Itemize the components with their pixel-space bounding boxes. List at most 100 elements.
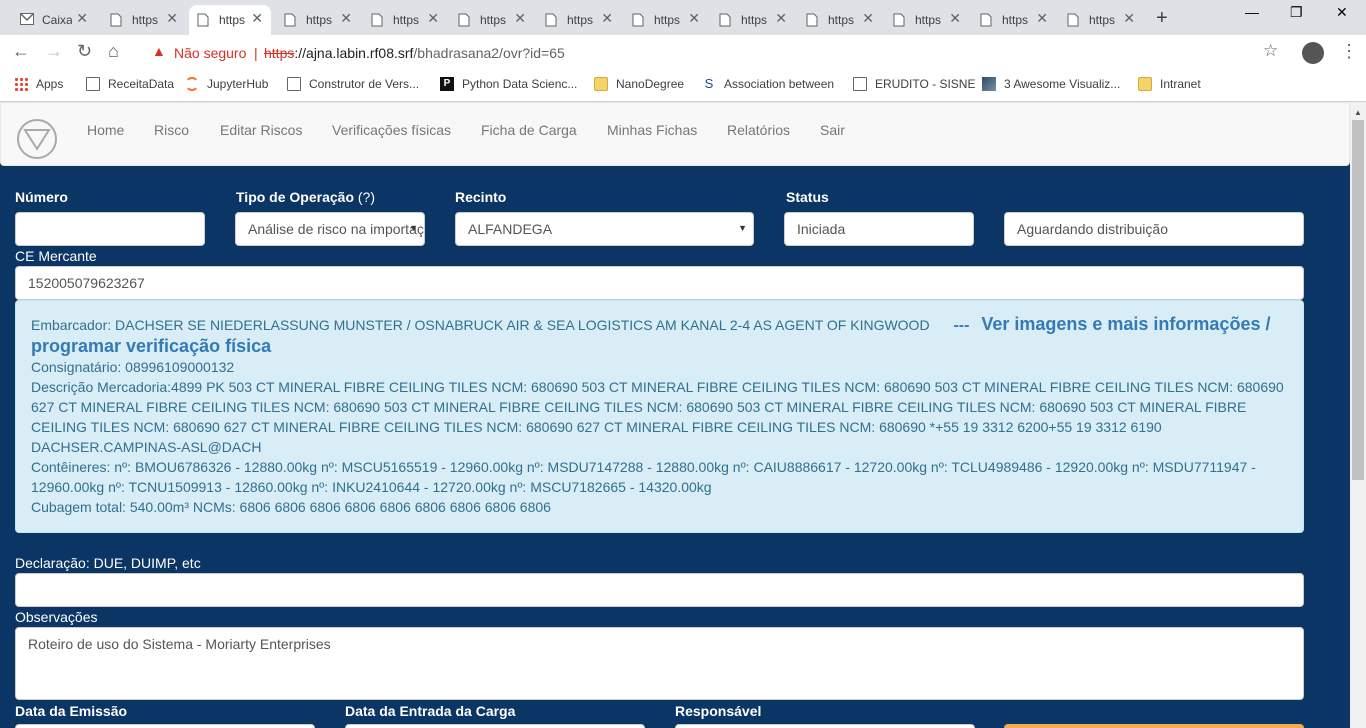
numero-input[interactable] — [15, 212, 205, 246]
browser-tab[interactable]: Caixa ✕ — [20, 5, 88, 35]
declaracao-input[interactable] — [15, 573, 1304, 607]
browser-tab-title: Caixa — [42, 13, 72, 27]
browser-tab[interactable]: https ✕ — [719, 5, 787, 35]
url-host: ://ajna.labin.rf08.srf — [294, 45, 414, 61]
nav-risco[interactable]: Risco — [154, 122, 189, 138]
bookmark-label: Python Data Scienc... — [462, 77, 578, 91]
not-secure-label[interactable]: Não seguro — [174, 45, 246, 61]
recinto-value: ALFANDEGA — [468, 221, 553, 237]
nav-minhas-fichas[interactable]: Minhas Fichas — [607, 122, 697, 138]
observacoes-textarea[interactable]: Roteiro de uso do Sistema - Moriarty Ent… — [15, 627, 1304, 700]
bookmark-item[interactable]: 3 Awesome Visualiz... — [982, 77, 1120, 91]
bookmark-item[interactable]: JupyterHub — [185, 77, 268, 91]
close-window-button[interactable]: ✕ — [1336, 4, 1348, 21]
page-scrollbar[interactable]: ▲ — [1350, 102, 1366, 728]
nav-verificacoes[interactable]: Verificações físicas — [332, 122, 451, 138]
url-text[interactable]: https://ajna.labin.rf08.srf/bhadrasana2/… — [264, 45, 565, 61]
maximize-button[interactable]: ❐ — [1290, 4, 1303, 21]
close-tab-icon[interactable]: ✕ — [862, 11, 874, 25]
browser-tab-strip: Caixa ✕ https ✕ https ✕ https ✕ https ✕ https ✕ http… — [0, 0, 1366, 35]
browser-tab[interactable]: https ✕ — [458, 5, 526, 35]
tipo-operacao-select[interactable]: Análise de risco na importação ▼ — [235, 212, 425, 246]
data-entrada-label: Data da Entrada da Carga — [345, 703, 516, 719]
nav-ficha-carga[interactable]: Ficha de Carga — [481, 122, 577, 138]
gmail-icon — [20, 13, 34, 27]
ce-mercante-label: CE Mercante — [15, 248, 97, 264]
bookmark-item[interactable]: P Python Data Scienc... — [440, 77, 577, 91]
close-tab-icon[interactable]: ✕ — [688, 11, 700, 25]
ce-mercante-input[interactable]: 152005079623267 — [15, 266, 1304, 300]
bookmark-item[interactable]: Construtor de Vers... — [287, 77, 419, 91]
bookmark-item[interactable]: NanoDegree — [594, 77, 684, 91]
close-tab-icon[interactable]: ✕ — [949, 11, 961, 25]
close-tab-icon[interactable]: ✕ — [1036, 11, 1048, 25]
address-bar[interactable]: ▲ Não seguro | https://ajna.labin.rf08.s… — [140, 38, 1290, 67]
bookmark-item[interactable]: S Association between — [702, 77, 834, 92]
bookmark-item[interactable]: ReceitaData — [86, 77, 174, 91]
browser-tab[interactable]: https ✕ — [632, 5, 700, 35]
close-tab-icon[interactable]: ✕ — [775, 11, 787, 25]
nav-editar-riscos[interactable]: Editar Riscos — [220, 122, 302, 138]
avatar[interactable] — [1302, 42, 1324, 64]
close-tab-icon[interactable]: ✕ — [601, 11, 613, 25]
status-field[interactable]: Iniciada — [784, 212, 974, 246]
browser-tab[interactable]: https ✕ — [110, 5, 178, 35]
close-tab-icon[interactable]: ✕ — [1123, 11, 1135, 25]
back-icon[interactable]: ← — [12, 41, 30, 62]
tipo-operacao-label: Tipo de Operação (?) — [236, 189, 375, 205]
close-tab-icon[interactable]: ✕ — [514, 11, 526, 25]
nav-sair[interactable]: Sair — [820, 122, 845, 138]
browser-tab-title: https — [915, 13, 942, 27]
new-tab-button[interactable]: + — [1156, 7, 1168, 30]
browser-tab[interactable]: https ✕ — [189, 5, 271, 35]
reload-icon[interactable]: ↻ — [77, 41, 92, 62]
browser-tab-title: https — [393, 13, 420, 27]
scroll-up-icon[interactable]: ▲ — [1354, 108, 1362, 117]
bookmark-label: ReceitaData — [108, 77, 175, 91]
browser-tab[interactable]: https ✕ — [980, 5, 1048, 35]
image-icon — [982, 77, 996, 91]
browser-tab[interactable]: https ✕ — [893, 5, 961, 35]
bookmark-item[interactable]: ERUDITO - SISNE — [853, 77, 975, 91]
forward-icon[interactable]: → — [45, 41, 63, 62]
data-emissao-input[interactable] — [15, 724, 315, 728]
data-entrada-input[interactable] — [345, 724, 645, 728]
page-icon — [545, 13, 559, 27]
minimize-button[interactable]: — — [1245, 4, 1259, 20]
fase-field[interactable]: Aguardando distribuição — [1004, 212, 1304, 246]
nav-relatorios[interactable]: Relatórios — [727, 122, 790, 138]
browser-tab[interactable]: https ✕ — [806, 5, 874, 35]
app-navbar: Home Risco Editar Riscos Verificações fí… — [0, 102, 1350, 166]
descricao-text: Descrição Mercadoria:4899 PK 503 CT MINE… — [31, 379, 1284, 455]
responsavel-select[interactable] — [675, 724, 975, 728]
close-tab-icon[interactable]: ✕ — [76, 11, 88, 25]
bookmark-item[interactable]: Apps — [14, 77, 63, 91]
browser-tab-title: https — [306, 13, 333, 27]
home-icon[interactable]: ⌂ — [108, 41, 119, 62]
chevron-down-icon: ▼ — [409, 223, 418, 233]
browser-tab[interactable]: https ✕ — [1067, 5, 1135, 35]
scrollbar-thumb[interactable] — [1352, 120, 1364, 480]
consignatario-text: Consignatário: 08996109000132 — [31, 359, 235, 375]
browser-tab[interactable]: https ✕ — [284, 5, 352, 35]
browser-tab[interactable]: https ✕ — [545, 5, 613, 35]
close-tab-icon[interactable]: ✕ — [340, 11, 352, 25]
app-logo-icon[interactable] — [17, 119, 57, 159]
page-content: Home Risco Editar Riscos Verificações fí… — [0, 102, 1350, 728]
page-icon — [110, 13, 124, 27]
bookmark-star-icon[interactable]: ☆ — [1263, 41, 1278, 61]
bookmark-item[interactable]: Intranet — [1138, 77, 1201, 91]
browser-tab[interactable]: https ✕ — [371, 5, 439, 35]
action-button[interactable] — [1004, 724, 1304, 728]
data-emissao-label: Data da Emissão — [15, 703, 128, 719]
tipo-operacao-help[interactable]: (?) — [358, 189, 375, 205]
tipo-operacao-value: Análise de risco na importação — [248, 221, 425, 237]
close-tab-icon[interactable]: ✕ — [251, 11, 263, 25]
recinto-select[interactable]: ALFANDEGA ▼ — [455, 212, 754, 246]
browser-tab-title: https — [567, 13, 594, 27]
nav-home[interactable]: Home — [87, 122, 124, 138]
apps-icon — [14, 77, 28, 91]
browser-menu-icon[interactable]: ⋮ — [1340, 41, 1358, 62]
close-tab-icon[interactable]: ✕ — [166, 11, 178, 25]
close-tab-icon[interactable]: ✕ — [427, 11, 439, 25]
